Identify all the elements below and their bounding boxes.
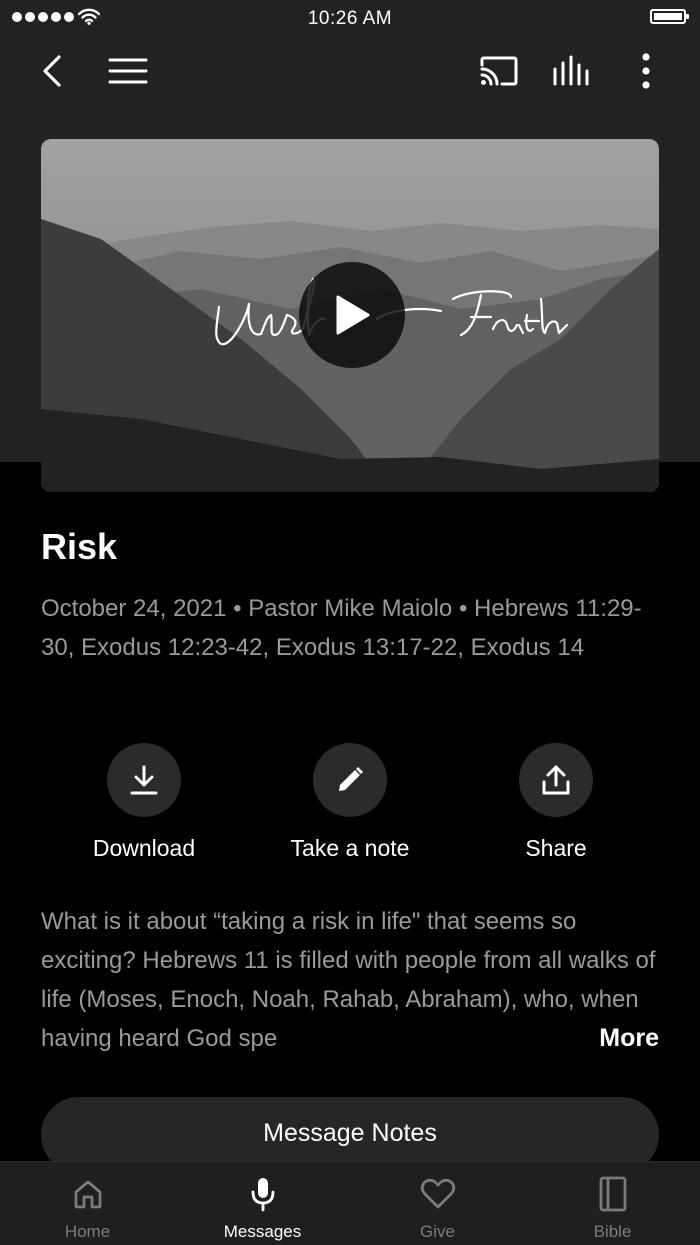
more-options-button[interactable] [630, 50, 662, 92]
tab-messages[interactable]: Messages [175, 1162, 350, 1245]
message-notes-label: Message Notes [263, 1119, 437, 1147]
description-fade [480, 1019, 590, 1058]
take-note-button[interactable]: Take a note [260, 743, 440, 862]
tab-give-label: Give [420, 1222, 455, 1241]
battery-icon [650, 9, 689, 24]
cast-icon [480, 56, 518, 86]
status-bar: 10:26 AM [0, 0, 700, 36]
note-circle [313, 743, 387, 817]
download-icon [130, 765, 158, 795]
menu-icon [108, 58, 148, 84]
status-time: 10:26 AM [307, 8, 393, 29]
tab-bar: Home Messages Give Bible [0, 1161, 700, 1245]
more-vertical-icon [642, 53, 650, 89]
home-icon [74, 1180, 101, 1209]
tab-bible-label: Bible [593, 1222, 632, 1241]
tab-home[interactable]: Home [0, 1162, 175, 1245]
tab-bible[interactable]: Bible [525, 1162, 700, 1245]
tab-messages-label: Messages [223, 1222, 302, 1241]
cast-button[interactable] [474, 50, 522, 92]
take-note-label: Take a note [290, 835, 410, 861]
tab-home-label: Home [64, 1222, 111, 1241]
download-button[interactable]: Download [54, 743, 234, 862]
back-icon [43, 55, 61, 87]
share-label: Share [525, 835, 587, 861]
audio-button[interactable] [548, 50, 596, 92]
back-button[interactable] [32, 50, 72, 92]
video-player[interactable] [41, 139, 659, 492]
play-button[interactable] [299, 262, 405, 368]
message-meta: October 24, 2021 • Pastor Mike Maiolo • … [41, 595, 642, 661]
share-icon [542, 765, 570, 795]
more-link[interactable]: More [599, 1019, 659, 1058]
audio-bars-icon [553, 55, 589, 86]
microphone-icon [251, 1178, 274, 1212]
pencil-icon [339, 767, 363, 791]
message-title: Risk [41, 526, 118, 567]
tab-give[interactable]: Give [350, 1162, 525, 1245]
book-icon [599, 1176, 626, 1212]
heart-icon [420, 1178, 455, 1209]
share-button[interactable]: Share [466, 743, 646, 862]
download-label: Download [92, 835, 196, 861]
menu-button[interactable] [104, 50, 152, 92]
download-circle [107, 743, 181, 817]
play-icon [336, 295, 370, 335]
share-circle [519, 743, 593, 817]
